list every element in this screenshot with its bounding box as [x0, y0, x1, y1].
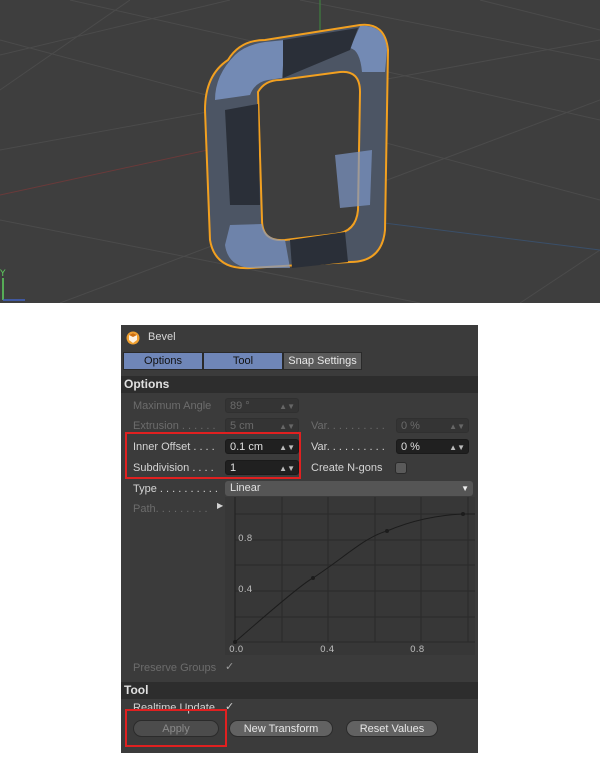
graph-y-tick-0.8: 0.8 [238, 534, 253, 544]
apply-highlight [125, 709, 227, 747]
tab-snap-settings[interactable]: Snap Settings [283, 352, 362, 370]
options-section-header[interactable]: Options [121, 376, 478, 393]
extrusion-var-field: 0 % ▲▼ [396, 418, 469, 433]
panel-title: Bevel [148, 331, 176, 343]
graph-x-tick-0.8: 0.8 [410, 645, 425, 655]
spline-point-1 [311, 576, 315, 580]
maximum-angle-field: 89 ° ▲▼ [225, 398, 299, 413]
tool-section-header[interactable]: Tool [121, 682, 478, 699]
graph-x-tick-0.4: 0.4 [320, 645, 335, 655]
extrusion-var-label: Var. . . . . . . . . . [311, 420, 385, 432]
path-spline-graph[interactable]: 0.8 0.4 0.0 0.4 0.8 [225, 497, 475, 655]
axis-y-label: Y [0, 269, 6, 279]
inner-offset-var-field[interactable]: 0 % ▲▼ [396, 439, 469, 454]
3d-viewport[interactable]: Y [0, 0, 600, 303]
path-label: Path. . . . . . . . . [133, 503, 208, 515]
spline-point-0 [233, 640, 237, 644]
reset-values-button[interactable]: Reset Values [346, 720, 438, 737]
inner-offset-var-label: Var. . . . . . . . . . [311, 441, 385, 453]
cinema4d-icon [126, 331, 140, 345]
tab-tool[interactable]: Tool [203, 352, 283, 370]
new-transform-button[interactable]: New Transform [229, 720, 333, 737]
inner-offset-subdivision-highlight [125, 432, 301, 479]
bevel-attribute-panel: Bevel Options Tool Snap Settings Options… [121, 325, 478, 753]
preserve-groups-checkbox[interactable]: ✓ [225, 660, 234, 673]
tab-options[interactable]: Options [123, 352, 203, 370]
spline-point-3 [461, 512, 465, 516]
beveled-frame-object[interactable] [203, 23, 390, 270]
type-dropdown[interactable]: Linear ▼ [225, 481, 473, 496]
graph-y-tick-0.4: 0.4 [238, 585, 253, 595]
maximum-angle-label: Maximum Angle [133, 400, 212, 412]
extrusion-field: 5 cm ▲▼ [225, 418, 299, 433]
preserve-groups-label: Preserve Groups [133, 662, 217, 674]
type-label: Type . . . . . . . . . . [133, 483, 218, 495]
play-icon[interactable]: ▶ [217, 501, 223, 510]
viewport-scene: Y [0, 0, 600, 303]
graph-x-tick-0.0: 0.0 [229, 645, 244, 655]
create-ngons-label: Create N-gons [311, 462, 383, 474]
extrusion-label: Extrusion . . . . . . [133, 420, 216, 432]
panel-titlebar: Bevel [121, 325, 478, 351]
spline-point-2 [385, 529, 389, 533]
create-ngons-checkbox[interactable] [395, 462, 407, 474]
